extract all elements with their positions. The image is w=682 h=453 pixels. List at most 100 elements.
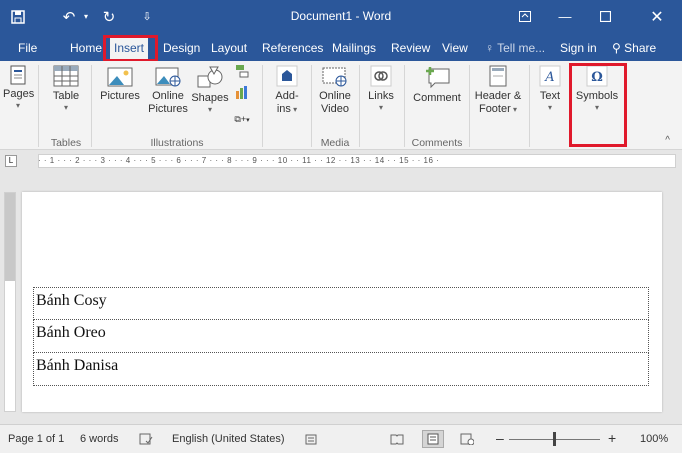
zoom-in-button[interactable]: + <box>608 430 616 446</box>
tab-design[interactable]: Design <box>161 37 202 59</box>
zoom-level[interactable]: 100% <box>640 433 668 445</box>
sign-in-link[interactable]: Sign in <box>558 37 599 59</box>
customize-quick-access-icon[interactable]: ⇩ <box>138 0 156 33</box>
zoom-slider-thumb[interactable] <box>553 432 556 446</box>
maximize-icon[interactable] <box>585 0 625 33</box>
macro-recording-icon[interactable] <box>305 433 317 448</box>
comment-button[interactable]: Comment <box>409 65 465 105</box>
collapse-ribbon-icon[interactable]: ^ <box>665 135 670 146</box>
group-label-comments: Comments <box>411 137 463 149</box>
separator <box>262 65 263 147</box>
zoom-out-button[interactable]: – <box>496 430 504 446</box>
online-pictures-icon <box>155 67 181 87</box>
tab-review[interactable]: Review <box>389 37 432 59</box>
table-button[interactable]: Table ▾ <box>49 65 83 113</box>
chart-button[interactable] <box>231 85 253 103</box>
document-page[interactable]: Bánh Cosy Bánh Oreo Bánh Danisa <box>22 192 662 412</box>
vertical-ruler <box>4 192 16 412</box>
share-label: Share <box>624 41 657 55</box>
shapes-button[interactable]: Shapes ▾ <box>191 65 229 115</box>
tab-view[interactable]: View <box>440 37 470 59</box>
page-count[interactable]: Page 1 of 1 <box>8 433 64 445</box>
undo-dropdown-icon[interactable]: ▾ <box>80 0 92 33</box>
tell-me-search[interactable]: ♀ Tell me... <box>483 37 547 59</box>
smartart-button[interactable] <box>231 64 253 82</box>
chevron-down-icon: ▾ <box>594 103 599 112</box>
word-count[interactable]: 6 words <box>80 433 119 445</box>
pages-label: Pages <box>3 88 35 100</box>
omega-icon: Ω <box>586 65 608 87</box>
language[interactable]: English (United States) <box>172 433 285 445</box>
undo-icon[interactable]: ↶ <box>58 0 80 33</box>
comment-label: Comment <box>413 92 461 104</box>
symbols-label: Symbols <box>575 90 619 102</box>
screenshot-button[interactable]: ⧉+▾ <box>227 113 257 127</box>
tab-home[interactable]: Home <box>68 37 104 59</box>
separator <box>38 65 39 147</box>
close-icon[interactable]: ✕ <box>637 0 677 33</box>
online-pictures-button[interactable]: Online Pictures <box>145 65 191 116</box>
print-layout-icon[interactable] <box>422 430 444 448</box>
share-button[interactable]: ⚲ Share <box>610 37 658 59</box>
save-icon[interactable] <box>6 0 30 33</box>
chevron-down-icon: ▾ <box>290 105 298 114</box>
read-mode-icon[interactable] <box>390 433 404 448</box>
tab-references[interactable]: References <box>260 37 325 59</box>
shapes-label: Shapes <box>191 92 229 104</box>
symbols-button[interactable]: Ω Symbols ▾ <box>572 65 622 113</box>
tab-insert[interactable]: Insert <box>110 37 149 61</box>
group-label-media: Media <box>320 137 350 149</box>
text-button[interactable]: A Text ▾ <box>533 65 567 113</box>
group-label-tables: Tables <box>50 137 82 149</box>
comment-icon <box>426 67 450 89</box>
links-label: Links <box>368 90 394 102</box>
text-label: Text <box>539 90 561 102</box>
screenshot-icon: ⧉+ <box>234 114 247 124</box>
chart-icon <box>236 86 247 99</box>
table-row[interactable]: Bánh Oreo <box>33 320 649 353</box>
vertical-ruler-margin <box>5 193 15 281</box>
table-row[interactable]: Bánh Danisa <box>33 353 649 386</box>
ribbon-display-options-icon[interactable] <box>505 0 545 33</box>
document-area: Bánh Cosy Bánh Oreo Bánh Danisa <box>0 172 682 424</box>
separator <box>404 65 405 147</box>
header-footer-button[interactable]: Header & Footer ▾ <box>471 65 525 116</box>
online-video-button[interactable]: Online Video <box>315 65 355 116</box>
person-icon: ⚲ <box>612 41 621 55</box>
tab-mailings[interactable]: Mailings <box>330 37 378 59</box>
chevron-down-icon: ▾ <box>63 103 68 112</box>
table-label: Table <box>52 90 80 102</box>
chevron-down-icon: ▾ <box>246 117 250 124</box>
add-ins-label-2: ins <box>276 103 291 115</box>
title-bar: ↶ ▾ ↻ ⇩ Document1 - Word — ✕ <box>0 0 682 33</box>
online-pictures-label-1: Online <box>152 90 184 102</box>
link-icon <box>370 65 392 87</box>
pages-button[interactable]: Pages ▾ <box>3 65 35 111</box>
pictures-button[interactable]: Pictures <box>97 65 143 103</box>
separator <box>569 65 570 147</box>
document-table[interactable]: Bánh Cosy Bánh Oreo Bánh Danisa <box>33 287 649 386</box>
tell-me-label: Tell me... <box>497 41 546 55</box>
tab-selector-icon[interactable]: L <box>5 155 17 167</box>
pictures-label: Pictures <box>100 90 140 102</box>
shapes-icon <box>197 66 223 88</box>
header-footer-icon <box>489 65 507 87</box>
table-row[interactable]: Bánh Cosy <box>33 287 649 320</box>
text-box-icon: A <box>539 65 561 87</box>
online-pictures-label-2: Pictures <box>148 103 188 115</box>
pages-icon <box>10 65 26 85</box>
svg-text:Ω: Ω <box>591 70 603 85</box>
add-ins-button[interactable]: Add- ins ▾ <box>268 65 306 116</box>
header-footer-label-1: Header & <box>474 90 522 102</box>
web-layout-icon[interactable] <box>460 433 475 448</box>
minimize-icon[interactable]: — <box>545 0 585 33</box>
add-ins-label-1: Add- <box>275 90 299 102</box>
group-label-illustrations: Illustrations <box>150 137 204 149</box>
links-button[interactable]: Links ▾ <box>363 65 399 113</box>
redo-icon[interactable]: ↻ <box>98 0 120 33</box>
tab-file[interactable]: File <box>16 37 39 59</box>
separator <box>91 65 92 147</box>
proofing-icon[interactable] <box>139 433 153 448</box>
tab-layout[interactable]: Layout <box>209 37 249 59</box>
add-ins-icon <box>276 65 298 87</box>
